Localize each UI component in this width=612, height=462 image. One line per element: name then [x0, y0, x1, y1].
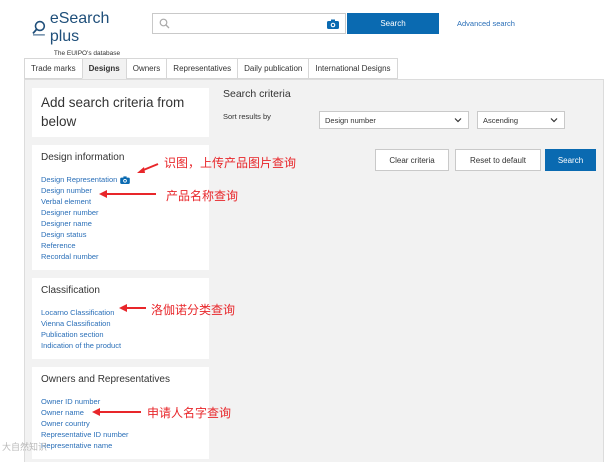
annotation-locarno: 洛伽诺分类查询 — [151, 303, 236, 317]
watermark: 大自然知识 — [2, 442, 48, 452]
criteria-link-representative-id-number[interactable]: Representative ID number — [41, 429, 200, 440]
tab-owners[interactable]: Owners — [125, 58, 167, 79]
criteria-link-reference[interactable]: Reference — [41, 240, 200, 251]
criteria-link-vienna-classification[interactable]: Vienna Classification — [41, 318, 200, 329]
criteria-link-representative-name[interactable]: Representative name — [41, 440, 200, 451]
sort-field-value: Design number — [325, 115, 376, 125]
chevron-down-icon — [454, 118, 462, 123]
annotation-arrow — [99, 190, 156, 198]
reset-to-default-button[interactable]: Reset to default — [455, 149, 541, 171]
criteria-link-indication-of-product[interactable]: Indication of the product — [41, 340, 200, 351]
logo-magnifier-icon — [32, 20, 46, 36]
camera-icon[interactable] — [327, 19, 339, 29]
sort-label: Sort results by — [223, 112, 271, 121]
chevron-down-icon — [550, 118, 558, 123]
search-panel: Add search criteria from below Design in… — [24, 79, 604, 462]
annotation-arrow — [137, 163, 159, 173]
tab-trade-marks[interactable]: Trade marks — [24, 58, 82, 79]
advanced-search-link[interactable]: Advanced search — [457, 19, 515, 28]
annotation-image-search: 识图，上传产品图片查询 — [164, 156, 297, 170]
main-tabs: Trade marks Designs Owners Representativ… — [24, 58, 398, 79]
search-icon — [159, 18, 170, 29]
camera-icon[interactable] — [120, 175, 131, 184]
tab-international-designs[interactable]: International Designs — [308, 58, 398, 79]
tab-designs[interactable]: Designs — [81, 58, 126, 79]
annotation-arrow — [92, 408, 141, 416]
criteria-link-recordal-number[interactable]: Recordal number — [41, 251, 200, 262]
clear-criteria-button[interactable]: Clear criteria — [375, 149, 449, 171]
sort-field-select[interactable]: Design number — [319, 111, 469, 129]
annotation-arrow — [119, 304, 146, 312]
annotation-product-name: 产品名称查询 — [166, 189, 239, 203]
sort-order-select[interactable]: Ascending — [477, 111, 565, 129]
search-input[interactable] — [152, 13, 346, 34]
search-criteria-area: Search criteria Sort results by Design n… — [223, 88, 598, 171]
classification-section: Classification Locarno Classification Vi… — [32, 278, 209, 359]
search-button[interactable]: Search — [545, 149, 596, 171]
section-title-owners-representatives: Owners and Representatives — [41, 374, 170, 385]
search-criteria-title: Search criteria — [223, 88, 291, 100]
criteria-link-publication-section[interactable]: Publication section — [41, 329, 200, 340]
criteria-link-design-representation[interactable]: Design Representation — [41, 174, 117, 185]
logo-title: eSearch plus — [49, 10, 110, 45]
sort-order-value: Ascending — [483, 115, 519, 125]
header-search-button[interactable]: Search — [347, 13, 439, 34]
criteria-link-design-status[interactable]: Design status — [41, 229, 200, 240]
logo-subtitle: The EUIPO's database — [53, 50, 121, 57]
sidebar-heading: Add search criteria from below — [41, 95, 185, 129]
criteria-link-designer-number[interactable]: Designer number — [41, 207, 200, 218]
section-title-classification: Classification — [41, 285, 100, 296]
tab-representatives[interactable]: Representatives — [166, 58, 238, 79]
annotation-owner-name: 申请人名字查询 — [147, 406, 232, 420]
tab-daily-publication[interactable]: Daily publication — [237, 58, 309, 79]
criteria-link-designer-name[interactable]: Designer name — [41, 218, 200, 229]
criteria-header-box: Add search criteria from below — [32, 88, 209, 137]
